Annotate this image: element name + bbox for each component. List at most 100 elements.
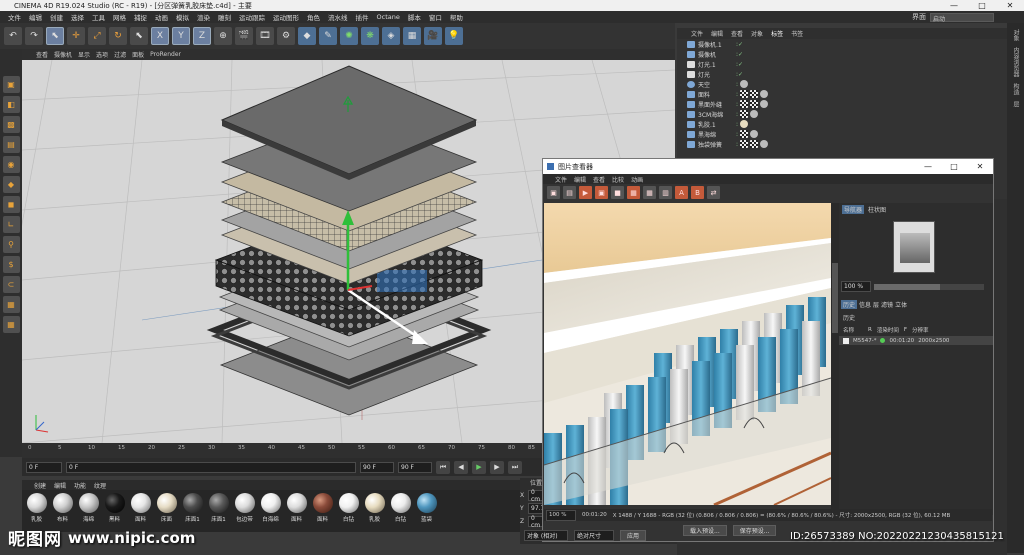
menu-plugins[interactable]: 插件 [352,12,373,22]
pv-close-button[interactable]: ✕ [967,162,993,171]
menu-mesh[interactable]: 网格 [109,12,130,22]
material-tag-icon[interactable] [750,130,759,138]
pv-menu-edit[interactable]: 编辑 [574,175,586,184]
prev-key-icon[interactable]: ◀ [454,460,468,474]
texture-mode-icon[interactable]: ▩ [2,116,20,133]
current-frame-field[interactable]: 0 F [66,461,356,473]
close-button[interactable]: ✕ [996,1,1024,10]
menu-select[interactable]: 选择 [67,12,88,22]
object-row[interactable]: 面料: [677,89,1007,99]
texture-tag-icon[interactable] [740,140,749,148]
menu-script[interactable]: 脚本 [404,12,425,22]
live-select-icon[interactable]: ⬉ [46,27,64,45]
material-item[interactable]: 蓝袋 [414,490,439,532]
visibility-dots[interactable]: : [736,141,738,148]
menu-mograph[interactable]: 运动图形 [269,12,303,22]
render-settings-icon[interactable]: ⚙ [277,27,295,45]
visibility-dots[interactable]: : [736,81,738,88]
status-zoom[interactable]: 100 % [546,509,576,521]
object-row[interactable]: 乳胶.1: [677,119,1007,129]
x-axis-icon[interactable]: X [151,27,169,45]
cube-icon[interactable]: ◆ [298,27,316,45]
viewport-menu-options[interactable]: 选项 [96,50,108,59]
object-row[interactable]: 独袋弹簧: [677,139,1007,149]
object-row[interactable]: 天空: [677,79,1007,89]
next-key-icon[interactable]: ▶ [490,460,504,474]
menu-edit[interactable]: 编辑 [25,12,46,22]
material-menu-edit[interactable]: 编辑 [54,481,66,490]
layout-select[interactable]: 启动 [930,12,994,23]
array-icon[interactable]: ❋ [361,27,379,45]
menu-animate[interactable]: 动画 [151,12,172,22]
compare-a-icon[interactable]: ▦ [627,186,640,199]
side-tab-content-browser[interactable]: 内容浏览器 [1011,47,1020,77]
pv-maximize-button[interactable]: □ [941,162,967,171]
model-mode-icon[interactable]: ◧ [2,96,20,113]
object-row[interactable]: 灯光:✓ [677,69,1007,79]
magnet-icon[interactable]: ⊂ [2,276,20,293]
history-row[interactable]: M5547-* 00:01:20 2000x2500 [839,336,993,345]
camera-icon[interactable]: 🎥 [424,27,442,45]
texture-tag-icon[interactable] [740,100,749,108]
light-icon[interactable]: 💡 [445,27,463,45]
visibility-dots[interactable]: : [736,91,738,98]
compare-b-icon[interactable]: ▦ [643,186,656,199]
tab-filter[interactable]: 滤镜 [881,300,893,309]
visibility-dots[interactable]: :✓ [736,51,743,58]
menu-motion-tracking[interactable]: 运动跟踪 [235,12,269,22]
menu-character[interactable]: 角色 [303,12,324,22]
load-preset-button[interactable]: 载入预设... [683,525,727,536]
texture-tag-icon[interactable] [750,100,759,108]
visibility-dots[interactable]: :✓ [736,61,743,68]
axis-mode-icon[interactable]: ∟ [2,216,20,233]
rotate-icon[interactable]: ↻ [109,27,127,45]
swap-icon[interactable]: ⇄ [707,186,720,199]
make-editable-icon[interactable]: ▣ [2,76,20,93]
redo-icon[interactable]: ↷ [25,27,43,45]
pv-menu-animation[interactable]: 动画 [631,175,643,184]
y-axis-icon[interactable]: Y [172,27,190,45]
object-row[interactable]: 黑海绵: [677,129,1007,139]
tab-navigator[interactable]: 导航器 [842,204,865,214]
tab-histogram[interactable]: 柱状图 [868,205,886,214]
render-picture-viewer-icon[interactable]: 🎞 [256,27,274,45]
object-row[interactable]: 黑面外缝: [677,99,1007,109]
om-menu-bookmarks[interactable]: 书签 [791,29,803,38]
menu-simulate[interactable]: 模拟 [172,12,193,22]
menu-pipeline[interactable]: 流水线 [324,12,352,22]
menu-file[interactable]: 文件 [4,12,25,22]
floor-icon[interactable]: ▦ [403,27,421,45]
coord-mode-select[interactable]: 对象 (相对) [524,530,568,541]
subdivision-icon[interactable]: ✺ [340,27,358,45]
ab-icon[interactable]: ▥ [659,186,672,199]
object-row[interactable]: 摄像机:✓ [677,49,1007,59]
visibility-dots[interactable]: : [736,101,738,108]
end-frame-field[interactable]: 90 F [360,461,394,473]
menu-create[interactable]: 创建 [46,12,67,22]
deformer-icon[interactable]: ◈ [382,27,400,45]
tab-layer[interactable]: 层 [873,300,879,309]
coord-size-select[interactable]: 绝对尺寸 [574,530,614,541]
tab-info[interactable]: 信息 [859,300,871,309]
object-row[interactable]: 摄像机.1:✓ [677,39,1007,49]
goto-start-icon[interactable]: ⏮ [436,460,450,474]
material-menu-texture[interactable]: 纹理 [94,481,106,490]
texture-tag-icon[interactable] [740,110,749,118]
edges-mode-icon[interactable]: ◆ [2,176,20,193]
visibility-dots[interactable]: :✓ [736,71,743,78]
menu-snap[interactable]: 捕捉 [130,12,151,22]
side-tab-structure[interactable]: 构造 [1011,83,1020,95]
goto-end-icon[interactable]: ⏭ [508,460,522,474]
material-item[interactable]: 白海绵 [258,490,283,532]
material-item[interactable]: 面料 [284,490,309,532]
menu-help[interactable]: 帮助 [446,12,467,22]
render-region-icon[interactable]: ▣ [595,186,608,199]
texture-tag-icon[interactable] [740,90,749,98]
timeline-ruler[interactable]: 0 5 10 15 20 25 30 35 40 45 50 55 60 65 … [22,443,542,458]
visibility-dots[interactable]: :✓ [736,41,743,48]
om-menu-tags[interactable]: 标签 [771,29,783,38]
material-menu-function[interactable]: 功能 [74,481,86,490]
navigator-thumbnail[interactable] [893,221,935,273]
material-item[interactable]: 白钻 [388,490,413,532]
pv-menu-file[interactable]: 文件 [555,175,567,184]
